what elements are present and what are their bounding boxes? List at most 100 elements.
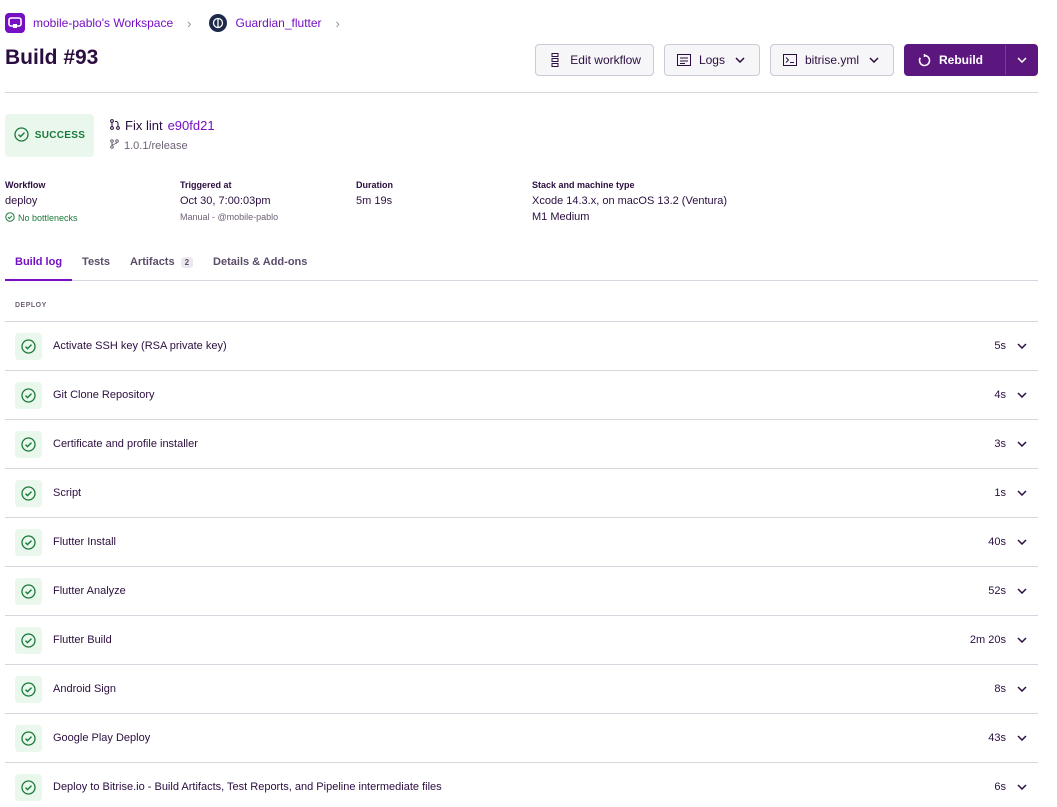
commit-hash-link[interactable]: e90fd21 bbox=[168, 118, 215, 133]
step-row[interactable]: Flutter Build 2m 20s bbox=[5, 616, 1038, 665]
check-circle-icon bbox=[15, 479, 42, 507]
rebuild-button[interactable]: Rebuild bbox=[905, 45, 997, 75]
header-divider bbox=[5, 92, 1038, 93]
breadcrumb: mobile-pablo's Workspace › Guardian_flut… bbox=[5, 12, 346, 34]
stack-value: Xcode 14.3.x, on macOS 13.2 (Ventura) bbox=[532, 195, 728, 207]
tab-build-log[interactable]: Build log bbox=[5, 250, 73, 281]
check-circle-icon bbox=[15, 528, 42, 556]
step-duration: 1s bbox=[994, 487, 1006, 499]
step-duration: 4s bbox=[994, 389, 1006, 401]
workspace-logo-icon[interactable] bbox=[5, 13, 25, 33]
chevron-down-icon bbox=[1015, 53, 1029, 67]
bitrise-yml-button[interactable]: bitrise.yml bbox=[769, 44, 894, 76]
step-name: Script bbox=[53, 487, 82, 499]
breadcrumb-project-link[interactable]: Guardian_flutter bbox=[235, 16, 321, 30]
step-row[interactable]: Activate SSH key (RSA private key) 5s bbox=[5, 322, 1038, 371]
logs-icon bbox=[676, 53, 691, 67]
meta-workflow: Workflow deploy No bottlenecks bbox=[5, 180, 78, 224]
step-row[interactable]: Google Play Deploy 43s bbox=[5, 714, 1038, 763]
workflow-label: Workflow bbox=[5, 180, 46, 190]
step-name: Android Sign bbox=[53, 683, 116, 695]
check-circle-icon bbox=[15, 381, 42, 409]
chevron-right-icon: › bbox=[335, 15, 340, 31]
tab-label: Artifacts bbox=[129, 256, 175, 268]
bitrise-yml-label: bitrise.yml bbox=[804, 53, 859, 67]
meta-triggered: Triggered at Oct 30, 7:00:03pm Manual - … bbox=[180, 180, 278, 222]
edit-workflow-button[interactable]: Edit workflow bbox=[535, 44, 654, 76]
logs-label: Logs bbox=[698, 53, 725, 67]
check-circle-icon bbox=[15, 332, 42, 360]
step-duration: 52s bbox=[988, 585, 1006, 597]
check-circle-icon bbox=[15, 724, 42, 752]
tab-tests[interactable]: Tests bbox=[72, 250, 120, 281]
chevron-down-icon[interactable] bbox=[1016, 683, 1028, 695]
chevron-down-icon[interactable] bbox=[1016, 781, 1028, 793]
step-name: Activate SSH key (RSA private key) bbox=[53, 340, 227, 352]
commit-info: Fix lint e90fd21 1.0.1/release bbox=[110, 118, 215, 152]
branch-name: 1.0.1/release bbox=[124, 139, 188, 152]
bottleneck-status: No bottlenecks bbox=[5, 212, 78, 224]
page-title: Build #93 bbox=[5, 46, 99, 69]
rebuild-label: Rebuild bbox=[939, 53, 983, 67]
tab-label: Details & Add-ons bbox=[213, 256, 308, 268]
step-duration: 6s bbox=[994, 781, 1006, 793]
step-duration: 3s bbox=[994, 438, 1006, 450]
step-duration: 8s bbox=[994, 683, 1006, 695]
triggered-by: Manual - @mobile-pablo bbox=[180, 212, 279, 222]
chevron-down-icon[interactable] bbox=[1016, 389, 1028, 401]
step-row[interactable]: Script 1s bbox=[5, 469, 1038, 518]
branch-icon bbox=[110, 139, 119, 152]
chevron-down-icon[interactable] bbox=[1016, 438, 1028, 450]
step-duration: 2m 20s bbox=[969, 634, 1006, 646]
step-row[interactable]: Git Clone Repository 4s bbox=[5, 371, 1038, 420]
chevron-right-icon: › bbox=[187, 15, 192, 31]
check-circle-icon bbox=[15, 626, 42, 654]
duration-label: Duration bbox=[356, 180, 393, 190]
section-label: DEPLOY bbox=[15, 302, 47, 309]
step-name: Git Clone Repository bbox=[53, 389, 155, 401]
tab-bar: Build log Tests Artifacts 2 Details & Ad… bbox=[5, 250, 1038, 281]
logs-button[interactable]: Logs bbox=[663, 44, 760, 76]
check-circle-icon bbox=[15, 577, 42, 605]
project-logo-icon[interactable] bbox=[209, 14, 228, 32]
step-row[interactable]: Deploy to Bitrise.io - Build Artifacts, … bbox=[5, 763, 1038, 807]
tab-details-addons[interactable]: Details & Add-ons bbox=[203, 250, 317, 281]
step-list: Activate SSH key (RSA private key) 5s Git … bbox=[5, 321, 1038, 807]
step-name: Certificate and profile installer bbox=[53, 438, 198, 450]
breadcrumb-workspace-link[interactable]: mobile-pablo's Workspace bbox=[33, 16, 173, 30]
rebuild-options-button[interactable] bbox=[1005, 45, 1037, 75]
step-row[interactable]: Certificate and profile installer 3s bbox=[5, 420, 1038, 469]
chevron-down-icon[interactable] bbox=[1016, 634, 1028, 646]
chevron-down-icon[interactable] bbox=[1016, 487, 1028, 499]
check-circle-icon bbox=[5, 212, 15, 224]
step-name: Flutter Build bbox=[53, 634, 112, 646]
chevron-down-icon bbox=[733, 53, 747, 67]
tab-artifacts[interactable]: Artifacts 2 bbox=[120, 250, 203, 281]
refresh-icon bbox=[917, 53, 931, 67]
terminal-icon bbox=[782, 53, 797, 67]
chevron-down-icon[interactable] bbox=[1016, 536, 1028, 548]
workflow-icon bbox=[548, 53, 562, 67]
chevron-down-icon[interactable] bbox=[1016, 732, 1028, 744]
status-label: SUCCESS bbox=[34, 130, 86, 141]
step-duration: 43s bbox=[988, 732, 1006, 744]
meta-stack: Stack and machine type Xcode 14.3.x, on … bbox=[532, 180, 727, 223]
step-name: Flutter Install bbox=[53, 536, 116, 548]
duration-value: 5m 19s bbox=[356, 195, 393, 207]
check-circle-icon bbox=[15, 773, 42, 801]
check-circle-icon bbox=[14, 126, 29, 145]
chevron-down-icon[interactable] bbox=[1016, 585, 1028, 597]
step-row[interactable]: Flutter Analyze 52s bbox=[5, 567, 1038, 616]
step-name: Google Play Deploy bbox=[53, 732, 151, 744]
header-actions: Edit workflow Logs bitrise.yml Rebuild bbox=[535, 44, 1038, 76]
chevron-down-icon bbox=[867, 53, 881, 67]
chevron-down-icon[interactable] bbox=[1016, 340, 1028, 352]
step-row[interactable]: Android Sign 8s bbox=[5, 665, 1038, 714]
step-row[interactable]: Flutter Install 40s bbox=[5, 518, 1038, 567]
workflow-value: deploy bbox=[5, 195, 38, 207]
status-badge: SUCCESS bbox=[5, 114, 94, 157]
artifacts-count-badge: 2 bbox=[180, 257, 194, 268]
check-circle-icon bbox=[15, 430, 42, 458]
tab-label: Build log bbox=[15, 256, 63, 268]
step-duration: 40s bbox=[988, 536, 1006, 548]
